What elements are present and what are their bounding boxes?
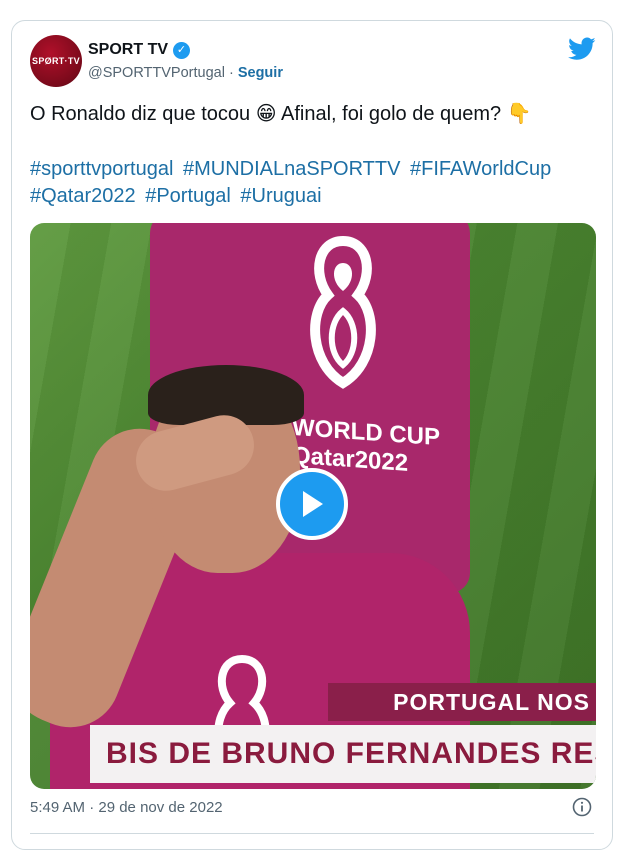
pointing-down-emoji-icon: 👇: [506, 103, 532, 125]
avatar-logo-text: SPØRT·TV: [32, 56, 80, 66]
account-handle[interactable]: @SPORTTVPortugal: [88, 65, 225, 81]
hashtag-link[interactable]: #sporttvportugal: [30, 158, 173, 180]
hashtag-list: #sporttvportugal #MUNDIALnaSPORTTV #FIFA…: [30, 156, 605, 210]
follow-button[interactable]: Seguir: [238, 65, 283, 81]
hashtag-link[interactable]: #Uruguai: [240, 185, 321, 207]
avatar[interactable]: SPØRT·TV: [30, 35, 82, 87]
video-media[interactable]: WORLD CUP Qatar2022 PORTUGAL NOS BIS DE …: [30, 223, 596, 789]
play-icon: [303, 491, 323, 517]
world-cup-emblem-icon: [310, 235, 376, 389]
info-icon[interactable]: [572, 797, 592, 817]
hashtag-link[interactable]: #Qatar2022: [30, 185, 136, 207]
hashtag-link[interactable]: #Portugal: [145, 185, 231, 207]
twitter-bird-icon[interactable]: [568, 37, 596, 61]
ticker-bottom-text: BIS DE BRUNO FERNANDES RES: [106, 737, 596, 770]
tweet-text-part2: Afinal, foi golo de quem?: [276, 103, 507, 125]
account-name-row: SPORT TV ✓: [88, 41, 191, 59]
handle-separator: ·: [224, 65, 238, 81]
ticker-top-bar: PORTUGAL NOS: [328, 683, 596, 721]
play-button[interactable]: [276, 468, 348, 540]
tweet-text-part1: O Ronaldo diz que tocou: [30, 103, 256, 125]
grinning-emoji-icon: 😁: [255, 103, 277, 125]
tweet-text: O Ronaldo diz que tocou 😁 Afinal, foi go…: [30, 101, 600, 128]
tweet-card: SPØRT·TV SPORT TV ✓ @SPORTTVPortugal · S…: [11, 20, 613, 850]
hashtag-link[interactable]: #FIFAWorldCup: [410, 158, 551, 180]
account-handle-row: @SPORTTVPortugal · Seguir: [88, 65, 283, 81]
hashtag-link[interactable]: #MUNDIALnaSPORTTV: [183, 158, 400, 180]
footer-divider: [30, 833, 594, 834]
verified-badge-icon: ✓: [173, 41, 191, 59]
account-name[interactable]: SPORT TV: [88, 41, 168, 59]
ticker-top-text: PORTUGAL NOS: [393, 688, 590, 715]
tweet-timestamp[interactable]: 5:49 AM · 29 de nov de 2022: [30, 799, 223, 816]
ticker-bottom-bar: BIS DE BRUNO FERNANDES RES: [90, 725, 596, 783]
